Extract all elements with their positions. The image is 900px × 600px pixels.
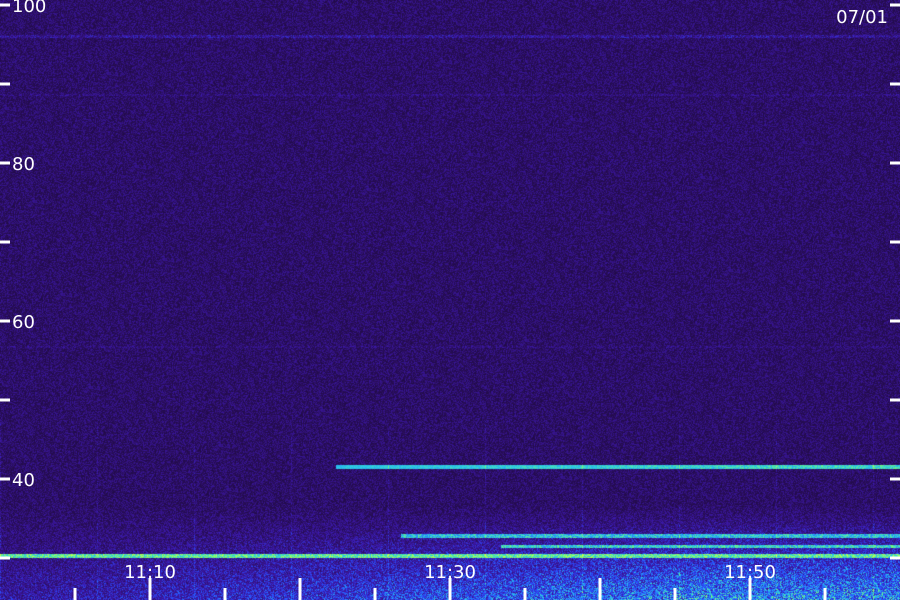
y-tick-label: 40 [12,470,35,491]
y-tick-label: 100 [12,0,46,17]
y-tick-label: 80 [12,154,35,175]
x-tick-label: 11:50 [724,562,776,583]
y-tick-label: 60 [12,312,35,333]
spectrogram-chart: 100 80 60 40 11:10 11:30 11:50 07/01 [0,0,900,600]
date-label: 07/01 [836,7,888,28]
axis-overlay: 100 80 60 40 11:10 11:30 11:50 07/01 [0,0,900,600]
x-tick-label: 11:10 [124,562,176,583]
x-tick-label: 11:30 [424,562,476,583]
